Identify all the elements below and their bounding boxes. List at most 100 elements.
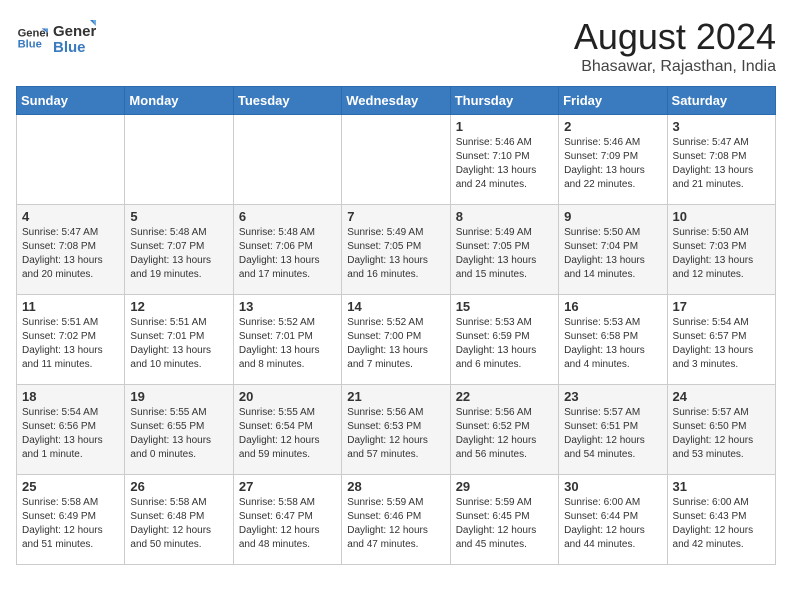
day-number: 4 xyxy=(22,209,119,224)
calendar-cell: 15Sunrise: 5:53 AM Sunset: 6:59 PM Dayli… xyxy=(450,295,558,385)
cell-info: Sunrise: 5:57 AM Sunset: 6:51 PM Dayligh… xyxy=(564,406,661,462)
calendar-cell: 20 Sunrise: 5:55 AM Sunset: 6:54 PM Dayli… xyxy=(233,385,341,475)
calendar-cell: 11 Sunrise: 5:51 AM Sunset: 7:02 PM Dayli… xyxy=(17,295,125,385)
day-number: 6 xyxy=(239,209,336,224)
calendar-week-row: 11 Sunrise: 5:51 AM Sunset: 7:02 PM Dayli… xyxy=(17,295,776,385)
calendar-cell: 16Sunrise: 5:53 AM Sunset: 6:58 PM Dayli… xyxy=(559,295,667,385)
cell-info: Sunrise: 6:00 AM Sunset: 6:44 PM Dayligh… xyxy=(564,496,661,552)
cell-info: Sunrise: 5:56 AM Sunset: 6:52 PM Dayligh… xyxy=(456,406,553,462)
svg-text:Blue: Blue xyxy=(18,39,42,51)
calendar-cell: 3 Sunrise: 5:47 AM Sunset: 7:08 PM Daylig… xyxy=(667,115,775,205)
day-number: 27 xyxy=(239,479,336,494)
calendar-week-row: 18 Sunrise: 5:54 AM Sunset: 6:56 PM Dayli… xyxy=(17,385,776,475)
cell-info: Sunrise: 5:51 AM Sunset: 7:02 PM Dayligh… xyxy=(22,316,119,372)
calendar-cell xyxy=(342,115,450,205)
calendar-cell xyxy=(125,115,233,205)
cell-info: Sunrise: 5:46 AM Sunset: 7:09 PM Dayligh… xyxy=(564,136,661,192)
cell-info: Sunrise: 5:55 AM Sunset: 6:55 PM Dayligh… xyxy=(130,406,227,462)
day-number: 24 xyxy=(673,389,770,404)
calendar-cell: 10Sunrise: 5:50 AM Sunset: 7:03 PM Dayli… xyxy=(667,205,775,295)
cell-info: Sunrise: 5:47 AM Sunset: 7:08 PM Dayligh… xyxy=(673,136,770,192)
calendar-cell xyxy=(233,115,341,205)
location-subtitle: Bhasawar, Rajasthan, India xyxy=(574,58,776,76)
cell-info: Sunrise: 5:54 AM Sunset: 6:56 PM Dayligh… xyxy=(22,406,119,462)
cell-info: Sunrise: 5:49 AM Sunset: 7:05 PM Dayligh… xyxy=(347,226,444,282)
logo-icon: General Blue xyxy=(16,22,48,54)
cell-info: Sunrise: 5:59 AM Sunset: 6:45 PM Dayligh… xyxy=(456,496,553,552)
calendar-cell: 22 Sunrise: 5:56 AM Sunset: 6:52 PM Dayli… xyxy=(450,385,558,475)
cell-info: Sunrise: 5:47 AM Sunset: 7:08 PM Dayligh… xyxy=(22,226,119,282)
cell-info: Sunrise: 5:58 AM Sunset: 6:47 PM Dayligh… xyxy=(239,496,336,552)
day-number: 8 xyxy=(456,209,553,224)
day-number: 9 xyxy=(564,209,661,224)
day-number: 20 xyxy=(239,389,336,404)
calendar-cell: 4 Sunrise: 5:47 AM Sunset: 7:08 PM Daylig… xyxy=(17,205,125,295)
calendar-header-row: SundayMondayTuesdayWednesdayThursdayFrid… xyxy=(17,87,776,115)
cell-info: Sunrise: 5:49 AM Sunset: 7:05 PM Dayligh… xyxy=(456,226,553,282)
calendar-cell: 31 Sunrise: 6:00 AM Sunset: 6:43 PM Dayli… xyxy=(667,475,775,565)
calendar-week-row: 1Sunrise: 5:46 AM Sunset: 7:10 PM Daylig… xyxy=(17,115,776,205)
day-number: 19 xyxy=(130,389,227,404)
svg-text:General: General xyxy=(53,23,96,40)
page-header: General Blue General Blue August 2024 Bh… xyxy=(16,16,776,76)
calendar-cell: 14Sunrise: 5:52 AM Sunset: 7:00 PM Dayli… xyxy=(342,295,450,385)
calendar-cell: 24Sunrise: 5:57 AM Sunset: 6:50 PM Dayli… xyxy=(667,385,775,475)
cell-info: Sunrise: 5:52 AM Sunset: 7:00 PM Dayligh… xyxy=(347,316,444,372)
calendar-cell: 1Sunrise: 5:46 AM Sunset: 7:10 PM Daylig… xyxy=(450,115,558,205)
cell-info: Sunrise: 5:50 AM Sunset: 7:03 PM Dayligh… xyxy=(673,226,770,282)
day-number: 7 xyxy=(347,209,444,224)
calendar-cell: 25Sunrise: 5:58 AM Sunset: 6:49 PM Dayli… xyxy=(17,475,125,565)
day-number: 25 xyxy=(22,479,119,494)
cell-info: Sunrise: 5:56 AM Sunset: 6:53 PM Dayligh… xyxy=(347,406,444,462)
day-number: 18 xyxy=(22,389,119,404)
day-number: 5 xyxy=(130,209,227,224)
calendar-table: SundayMondayTuesdayWednesdayThursdayFrid… xyxy=(16,86,776,565)
day-number: 31 xyxy=(673,479,770,494)
cell-info: Sunrise: 5:58 AM Sunset: 6:48 PM Dayligh… xyxy=(130,496,227,552)
svg-text:Blue: Blue xyxy=(53,39,86,56)
cell-info: Sunrise: 6:00 AM Sunset: 6:43 PM Dayligh… xyxy=(673,496,770,552)
calendar-cell: 17 Sunrise: 5:54 AM Sunset: 6:57 PM Dayli… xyxy=(667,295,775,385)
day-number: 15 xyxy=(456,299,553,314)
day-number: 21 xyxy=(347,389,444,404)
calendar-cell: 12 Sunrise: 5:51 AM Sunset: 7:01 PM Dayli… xyxy=(125,295,233,385)
calendar-week-row: 25Sunrise: 5:58 AM Sunset: 6:49 PM Dayli… xyxy=(17,475,776,565)
day-number: 12 xyxy=(130,299,227,314)
cell-info: Sunrise: 5:48 AM Sunset: 7:06 PM Dayligh… xyxy=(239,226,336,282)
cell-info: Sunrise: 5:59 AM Sunset: 6:46 PM Dayligh… xyxy=(347,496,444,552)
day-number: 11 xyxy=(22,299,119,314)
header-sunday: Sunday xyxy=(17,87,125,115)
header-thursday: Thursday xyxy=(450,87,558,115)
cell-info: Sunrise: 5:52 AM Sunset: 7:01 PM Dayligh… xyxy=(239,316,336,372)
calendar-cell: 13Sunrise: 5:52 AM Sunset: 7:01 PM Dayli… xyxy=(233,295,341,385)
day-number: 16 xyxy=(564,299,661,314)
day-number: 3 xyxy=(673,119,770,134)
calendar-week-row: 4 Sunrise: 5:47 AM Sunset: 7:08 PM Daylig… xyxy=(17,205,776,295)
calendar-cell: 26 Sunrise: 5:58 AM Sunset: 6:48 PM Dayli… xyxy=(125,475,233,565)
calendar-cell: 27 Sunrise: 5:58 AM Sunset: 6:47 PM Dayli… xyxy=(233,475,341,565)
calendar-cell: 18 Sunrise: 5:54 AM Sunset: 6:56 PM Dayli… xyxy=(17,385,125,475)
cell-info: Sunrise: 5:54 AM Sunset: 6:57 PM Dayligh… xyxy=(673,316,770,372)
day-number: 22 xyxy=(456,389,553,404)
cell-info: Sunrise: 5:48 AM Sunset: 7:07 PM Dayligh… xyxy=(130,226,227,282)
header-wednesday: Wednesday xyxy=(342,87,450,115)
day-number: 17 xyxy=(673,299,770,314)
calendar-cell: 9 Sunrise: 5:50 AM Sunset: 7:04 PM Daylig… xyxy=(559,205,667,295)
day-number: 26 xyxy=(130,479,227,494)
title-block: August 2024 Bhasawar, Rajasthan, India xyxy=(574,16,776,76)
day-number: 1 xyxy=(456,119,553,134)
calendar-cell: 23 Sunrise: 5:57 AM Sunset: 6:51 PM Dayli… xyxy=(559,385,667,475)
day-number: 28 xyxy=(347,479,444,494)
day-number: 23 xyxy=(564,389,661,404)
header-tuesday: Tuesday xyxy=(233,87,341,115)
calendar-cell: 19 Sunrise: 5:55 AM Sunset: 6:55 PM Dayli… xyxy=(125,385,233,475)
day-number: 29 xyxy=(456,479,553,494)
calendar-cell: 7 Sunrise: 5:49 AM Sunset: 7:05 PM Daylig… xyxy=(342,205,450,295)
cell-info: Sunrise: 5:55 AM Sunset: 6:54 PM Dayligh… xyxy=(239,406,336,462)
cell-info: Sunrise: 5:51 AM Sunset: 7:01 PM Dayligh… xyxy=(130,316,227,372)
header-saturday: Saturday xyxy=(667,87,775,115)
cell-info: Sunrise: 5:50 AM Sunset: 7:04 PM Dayligh… xyxy=(564,226,661,282)
day-number: 30 xyxy=(564,479,661,494)
general-blue-logo-svg: General Blue xyxy=(52,16,96,60)
month-year-title: August 2024 xyxy=(574,16,776,58)
